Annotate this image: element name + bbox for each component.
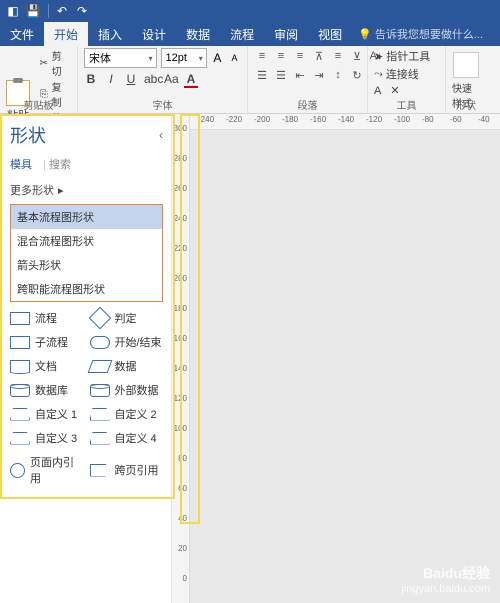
italic-button[interactable]: I — [104, 72, 118, 86]
tab-review[interactable]: 审阅 — [264, 22, 308, 46]
category-item[interactable]: 箭头形状 — [11, 253, 162, 277]
pointer-icon: ➤ — [374, 50, 383, 63]
tab-home[interactable]: 开始 — [44, 22, 88, 46]
category-list: 基本流程图形状 混合流程图形状 箭头形状 跨职能流程图形状 — [10, 204, 163, 302]
category-item[interactable]: 混合流程图形状 — [11, 229, 162, 253]
group-label: 段落 — [248, 97, 367, 112]
shapes-panel: 形状 ‹ 模具 | 搜索 更多形状▸ 基本流程图形状 混合流程图形状 箭头形状 … — [0, 114, 172, 603]
shape-custom2[interactable]: 自定义 2 — [90, 406, 164, 422]
canvas-area: -240-220-200-180-160-140-120-100-80-60-4… — [190, 114, 500, 603]
shape-custom4[interactable]: 自定义 4 — [90, 430, 164, 446]
align-center-icon[interactable]: ≡ — [273, 50, 289, 63]
shape-document[interactable]: 文档 — [10, 358, 84, 374]
vertical-ruler: 3002802602402202001801601401201008060402… — [172, 114, 190, 603]
shape-grid: 流程 判定 子流程 开始/结束 文档 数据 数据库 外部数据 自定义 1 自定义… — [10, 310, 163, 486]
font-name-select[interactable]: 宋体 — [84, 48, 157, 68]
tab-design[interactable]: 设计 — [132, 22, 176, 46]
tab-data[interactable]: 数据 — [176, 22, 220, 46]
category-item[interactable]: 跨职能流程图形状 — [11, 277, 162, 301]
ribbon: 粘贴 ✂剪切 ⎘复制 🖌格式刷 剪贴板 宋体 12pt A A B I U ab… — [0, 46, 500, 114]
collapse-icon[interactable]: ‹ — [159, 128, 163, 142]
group-paragraph: ≡ ≡ ≡ ⊼ ≡ ⊻ A↓ ☰ ☰ ⇤ ⇥ ↕ ↻ 段落 — [248, 46, 368, 113]
shape-custom1[interactable]: 自定义 1 — [10, 406, 84, 422]
tab-file[interactable]: 文件 — [0, 22, 44, 46]
indent-inc-icon[interactable]: ⇥ — [311, 69, 327, 82]
shape-decision[interactable]: 判定 — [90, 310, 164, 326]
cut-button[interactable]: ✂剪切 — [38, 48, 71, 78]
align-left-icon[interactable]: ≡ — [254, 50, 270, 63]
connector-tool-button[interactable]: ⤳连接线 — [374, 66, 439, 82]
more-shapes-button[interactable]: 更多形状▸ — [10, 182, 163, 198]
align-middle-icon[interactable]: ≡ — [330, 50, 346, 63]
text-tool-button[interactable]: A✕ — [374, 84, 439, 97]
font-size-select[interactable]: 12pt — [161, 48, 207, 68]
shape-process[interactable]: 流程 — [10, 310, 84, 326]
app-icon: ◧ — [4, 2, 22, 20]
bulb-icon: 💡 — [358, 28, 372, 41]
tab-process[interactable]: 流程 — [220, 22, 264, 46]
panel-title: 形状 ‹ — [10, 122, 163, 148]
menu-bar: 文件 开始 插入 设计 数据 流程 审阅 视图 💡告诉我您想要做什么... — [0, 22, 500, 46]
tell-me-search[interactable]: 💡告诉我您想要做什么... — [358, 22, 483, 46]
undo-icon[interactable]: ↶ — [53, 2, 71, 20]
shape-data[interactable]: 数据 — [90, 358, 164, 374]
underline-button[interactable]: U — [124, 72, 138, 86]
group-label: 剪贴板 — [0, 97, 77, 112]
connector-icon: ⤳ — [374, 68, 383, 81]
align-right-icon[interactable]: ≡ — [292, 50, 308, 63]
indent-dec-icon[interactable]: ⇤ — [292, 69, 308, 82]
tab-stencil[interactable]: 模具 — [10, 159, 32, 171]
shape-onpage-ref[interactable]: 页面内引用 — [10, 454, 84, 486]
group-quickstyle: 快速样式 形状 — [446, 46, 486, 113]
shape-subprocess[interactable]: 子流程 — [10, 334, 84, 350]
grow-font-icon[interactable]: A — [211, 51, 224, 65]
numbering-icon[interactable]: ☰ — [273, 69, 289, 82]
workspace: 形状 ‹ 模具 | 搜索 更多形状▸ 基本流程图形状 混合流程图形状 箭头形状 … — [0, 114, 500, 603]
tab-search[interactable]: 搜索 — [49, 159, 71, 171]
shape-custom3[interactable]: 自定义 3 — [10, 430, 84, 446]
horizontal-ruler: -240-220-200-180-160-140-120-100-80-60-4… — [190, 114, 500, 130]
drawing-canvas[interactable] — [190, 130, 500, 603]
group-clipboard: 粘贴 ✂剪切 ⎘复制 🖌格式刷 剪贴板 — [0, 46, 78, 113]
shrink-font-icon[interactable]: A — [228, 53, 241, 63]
quickstyle-icon — [453, 52, 479, 78]
align-bottom-icon[interactable]: ⊻ — [349, 50, 365, 63]
rotate-icon[interactable]: ↻ — [349, 69, 365, 82]
save-icon[interactable]: 💾 — [24, 2, 42, 20]
font-color-button[interactable]: A — [184, 72, 198, 86]
tab-view[interactable]: 视图 — [308, 22, 352, 46]
line-spacing-icon[interactable]: ↕ — [330, 69, 346, 82]
shape-database[interactable]: 数据库 — [10, 382, 84, 398]
shape-terminator[interactable]: 开始/结束 — [90, 334, 164, 350]
pointer-tool-button[interactable]: ➤指针工具 — [374, 48, 439, 64]
category-item[interactable]: 基本流程图形状 — [11, 205, 162, 229]
strikethrough-button[interactable]: abc — [144, 72, 158, 86]
superscript-button[interactable]: Aa — [164, 72, 178, 86]
text-icon: A — [374, 85, 381, 97]
tab-insert[interactable]: 插入 — [88, 22, 132, 46]
bold-button[interactable]: B — [84, 72, 98, 86]
group-label: 工具 — [368, 97, 445, 112]
redo-icon[interactable]: ↷ — [73, 2, 91, 20]
shape-external-data[interactable]: 外部数据 — [90, 382, 164, 398]
scissors-icon: ✂ — [38, 57, 50, 69]
bullets-icon[interactable]: ☰ — [254, 69, 270, 82]
group-font: 宋体 12pt A A B I U abc Aa A 字体 — [78, 46, 248, 113]
chevron-right-icon: ▸ — [58, 184, 64, 197]
title-bar: ◧ 💾 ↶ ↷ — [0, 0, 500, 22]
group-label: 形状 — [446, 97, 486, 112]
shape-offpage-ref[interactable]: 跨页引用 — [90, 454, 164, 486]
group-label: 字体 — [78, 97, 247, 112]
group-tools: ➤指针工具 ⤳连接线 A✕ 工具 — [368, 46, 446, 113]
align-top-icon[interactable]: ⊼ — [311, 50, 327, 63]
